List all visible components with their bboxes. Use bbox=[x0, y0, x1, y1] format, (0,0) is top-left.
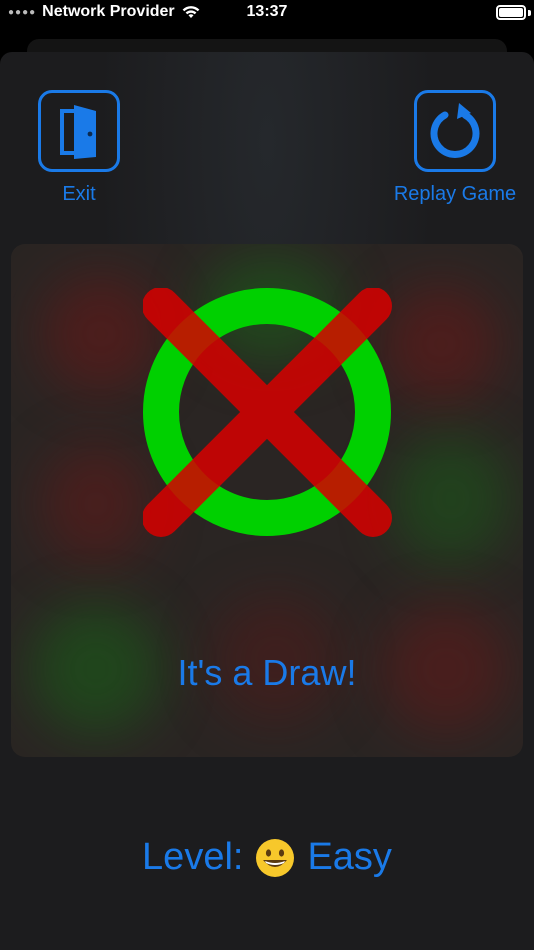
grinning-face-icon bbox=[256, 838, 295, 877]
replay-button[interactable] bbox=[414, 90, 496, 172]
result-message: It's a Draw! bbox=[177, 652, 357, 693]
exit-button[interactable] bbox=[38, 90, 120, 172]
level-prefix: Level: bbox=[142, 836, 244, 878]
level-indicator: Level: Easy bbox=[0, 836, 534, 879]
clock: 13:37 bbox=[246, 3, 288, 20]
x-mark bbox=[143, 288, 392, 537]
battery-icon bbox=[496, 5, 526, 20]
board-glow bbox=[391, 434, 511, 564]
board-glow bbox=[381, 284, 501, 404]
battery-tip bbox=[528, 10, 531, 16]
door-icon bbox=[60, 105, 96, 159]
status-bar: ●●●● Network Provider 13:37 bbox=[0, 0, 534, 28]
draw-symbol bbox=[143, 288, 392, 537]
level-difficulty: Easy bbox=[307, 836, 392, 878]
result-board: It's a Draw! bbox=[11, 244, 523, 757]
replay-icon bbox=[430, 103, 480, 158]
replay-label[interactable]: Replay Game bbox=[380, 183, 530, 206]
exit-label[interactable]: Exit bbox=[30, 183, 128, 206]
board-glow bbox=[41, 444, 151, 564]
